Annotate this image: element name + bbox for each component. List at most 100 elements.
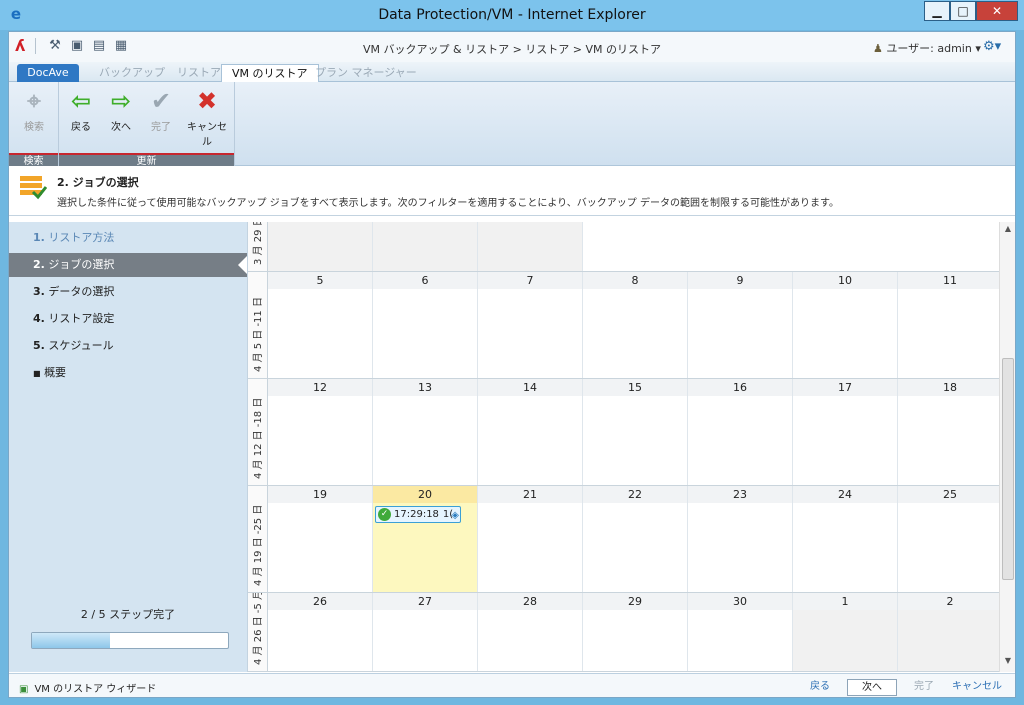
calendar-day-cell[interactable]: 6 <box>373 272 478 378</box>
calendar-day-cell[interactable]: 9 <box>688 272 793 378</box>
tab-docave[interactable]: DocAve <box>17 64 79 82</box>
calendar-day-cell[interactable]: 29 <box>583 593 688 671</box>
calendar-day-cell[interactable]: 5 <box>268 272 373 378</box>
cancel-button[interactable]: ✖ キャンセル <box>183 86 231 148</box>
tab-plan-manager[interactable]: プラン マネージャー <box>305 64 427 82</box>
module-tabs: DocAve バックアップ リストア VM のリストア プラン マネージャー <box>9 62 1015 82</box>
calendar-day-cell[interactable]: 23 <box>688 486 793 592</box>
calendar-day-cell[interactable]: 16 <box>688 379 793 485</box>
calendar-day-cell[interactable]: 26 <box>268 593 373 671</box>
calendar-day-cell[interactable]: 25 <box>898 486 999 592</box>
day-number: 11 <box>898 272 999 289</box>
calendar-day-cell[interactable] <box>793 222 898 271</box>
calendar-day-cell[interactable]: 14 <box>478 379 583 485</box>
day-number: 21 <box>478 486 582 503</box>
calendar-day-cell[interactable]: 10 <box>793 272 898 378</box>
map-search-icon: ⌖ <box>27 87 41 115</box>
update-group-title: 更新 <box>59 153 234 167</box>
calendar-day-cell[interactable]: 20 ✓ 17:29:18 1(◈ <box>373 486 478 592</box>
step-header: 2. ジョブの選択 選択した条件に従って使用可能なバックアップ ジョブをすべて表… <box>9 166 1015 216</box>
close-window-button[interactable]: ✕ <box>976 1 1018 21</box>
calendar-day-cell[interactable] <box>688 222 793 271</box>
job-time: 17:29:18 <box>394 509 439 520</box>
step-schedule[interactable]: 5. スケジュール <box>9 334 247 358</box>
job-calendar: 3 月 29 日 4 月 5 日 -11 日 5 6 7 8 9 10 11 4 月 12 日 -… <box>247 222 999 672</box>
step-number: 3. <box>33 285 45 298</box>
week-range-label: 4 月 19 日 -25 日 <box>248 486 268 592</box>
finish-button[interactable]: ✔ 完了 <box>141 86 181 133</box>
success-check-icon: ✓ <box>378 508 391 521</box>
week-range-label: 4 月 5 日 -11 日 <box>248 272 268 378</box>
footer-next-button[interactable]: 次へ <box>847 679 897 696</box>
calendar-day-cell[interactable]: 7 <box>478 272 583 378</box>
day-number: 19 <box>268 486 372 503</box>
backup-job-event[interactable]: ✓ 17:29:18 1(◈ <box>375 506 461 523</box>
search-label: 検索 <box>24 122 44 133</box>
back-arrow-icon: ⇦ <box>70 87 92 115</box>
calendar-day-cell[interactable]: 8 <box>583 272 688 378</box>
wizard-icon: ▣ <box>19 684 29 695</box>
maximize-button[interactable]: □ <box>950 1 976 21</box>
calendar-week-row: 4 月 12 日 -18 日 12 13 14 15 16 17 18 <box>248 379 999 486</box>
scroll-thumb[interactable] <box>1002 358 1014 580</box>
scroll-up-icon[interactable]: ▲ <box>1000 224 1015 238</box>
day-number: 13 <box>373 379 477 396</box>
calendar-day-cell[interactable] <box>268 222 373 271</box>
footer-back-button[interactable]: 戻る <box>807 679 833 696</box>
calendar-day-cell[interactable]: 12 <box>268 379 373 485</box>
footer-cancel-button[interactable]: キャンセル <box>951 679 1003 696</box>
calendar-day-cell[interactable]: 28 <box>478 593 583 671</box>
ribbon-group-update: ⇦ 戻る ⇨ 次へ ✔ 完了 ✖ キャンセル 更新 <box>59 82 235 167</box>
step-label: データの選択 <box>48 285 115 298</box>
step-label: リストア設定 <box>48 312 115 325</box>
week-range-text: 4 月 12 日 -18 日 <box>253 397 264 479</box>
wizard-title-text: VM のリストア ウィザード <box>34 684 157 695</box>
step-label: リストア方法 <box>48 231 115 244</box>
calendar-day-cell[interactable]: 2 <box>898 593 999 671</box>
calendar-day-cell[interactable]: 21 <box>478 486 583 592</box>
ribbon: ⌖ 検索 検索 ⇦ 戻る ⇨ 次へ ✔ 完了 ✖ キャンセル 更新 <box>9 82 1015 167</box>
calendar-day-cell[interactable]: 18 <box>898 379 999 485</box>
user-label: ユーザー: admin ▾ <box>886 42 981 55</box>
wizard-title: ▣ VM のリストア ウィザード <box>19 680 156 695</box>
tab-vm-restore[interactable]: VM のリストア <box>221 64 319 82</box>
minimize-button[interactable]: ▁ <box>924 1 950 21</box>
next-arrow-icon: ⇨ <box>110 87 132 115</box>
calendar-day-cell[interactable] <box>478 222 583 271</box>
step-label: スケジュール <box>48 339 114 352</box>
week-range-label: 3 月 29 日 <box>248 222 268 271</box>
day-number: 5 <box>268 272 372 289</box>
footer-finish-button[interactable]: 完了 <box>911 679 937 696</box>
calendar-day-cell[interactable]: 27 <box>373 593 478 671</box>
step-restore-settings[interactable]: 4. リストア設定 <box>9 307 247 331</box>
back-button[interactable]: ⇦ 戻る <box>61 86 101 133</box>
calendar-day-cell[interactable]: 19 <box>268 486 373 592</box>
settings-gear-icon[interactable]: ⚙▾ <box>983 39 1001 54</box>
day-number: 10 <box>793 272 897 289</box>
calendar-day-cell[interactable]: 11 <box>898 272 999 378</box>
user-icon: ♟ <box>873 42 883 55</box>
scroll-down-icon[interactable]: ▼ <box>1000 656 1015 670</box>
user-menu[interactable]: ♟ ユーザー: admin ▾ <box>873 40 981 56</box>
search-button[interactable]: ⌖ 検索 <box>14 86 54 133</box>
next-button[interactable]: ⇨ 次へ <box>101 86 141 133</box>
step-summary[interactable]: ■ 概要 <box>9 361 247 385</box>
calendar-day-cell[interactable]: 30 <box>688 593 793 671</box>
step-select-data[interactable]: 3. データの選択 <box>9 280 247 304</box>
week-range-text: 4 月 5 日 -11 日 <box>253 297 264 372</box>
calendar-day-cell[interactable]: 17 <box>793 379 898 485</box>
tab-backup[interactable]: バックアップ <box>89 64 175 82</box>
calendar-day-cell[interactable] <box>583 222 688 271</box>
step-restore-method[interactable]: 1. リストア方法 <box>9 226 247 250</box>
calendar-day-cell[interactable] <box>373 222 478 271</box>
calendar-day-cell[interactable] <box>898 222 999 271</box>
calendar-day-cell[interactable]: 22 <box>583 486 688 592</box>
calendar-day-cell[interactable]: 1 <box>793 593 898 671</box>
calendar-vertical-scrollbar[interactable]: ▲ ▼ <box>999 222 1015 672</box>
calendar-day-cell[interactable]: 24 <box>793 486 898 592</box>
calendar-day-cell[interactable]: 15 <box>583 379 688 485</box>
progress-fill <box>32 633 111 648</box>
day-number: 16 <box>688 379 792 396</box>
step-select-job[interactable]: 2. ジョブの選択 <box>9 253 248 277</box>
calendar-day-cell[interactable]: 13 <box>373 379 478 485</box>
